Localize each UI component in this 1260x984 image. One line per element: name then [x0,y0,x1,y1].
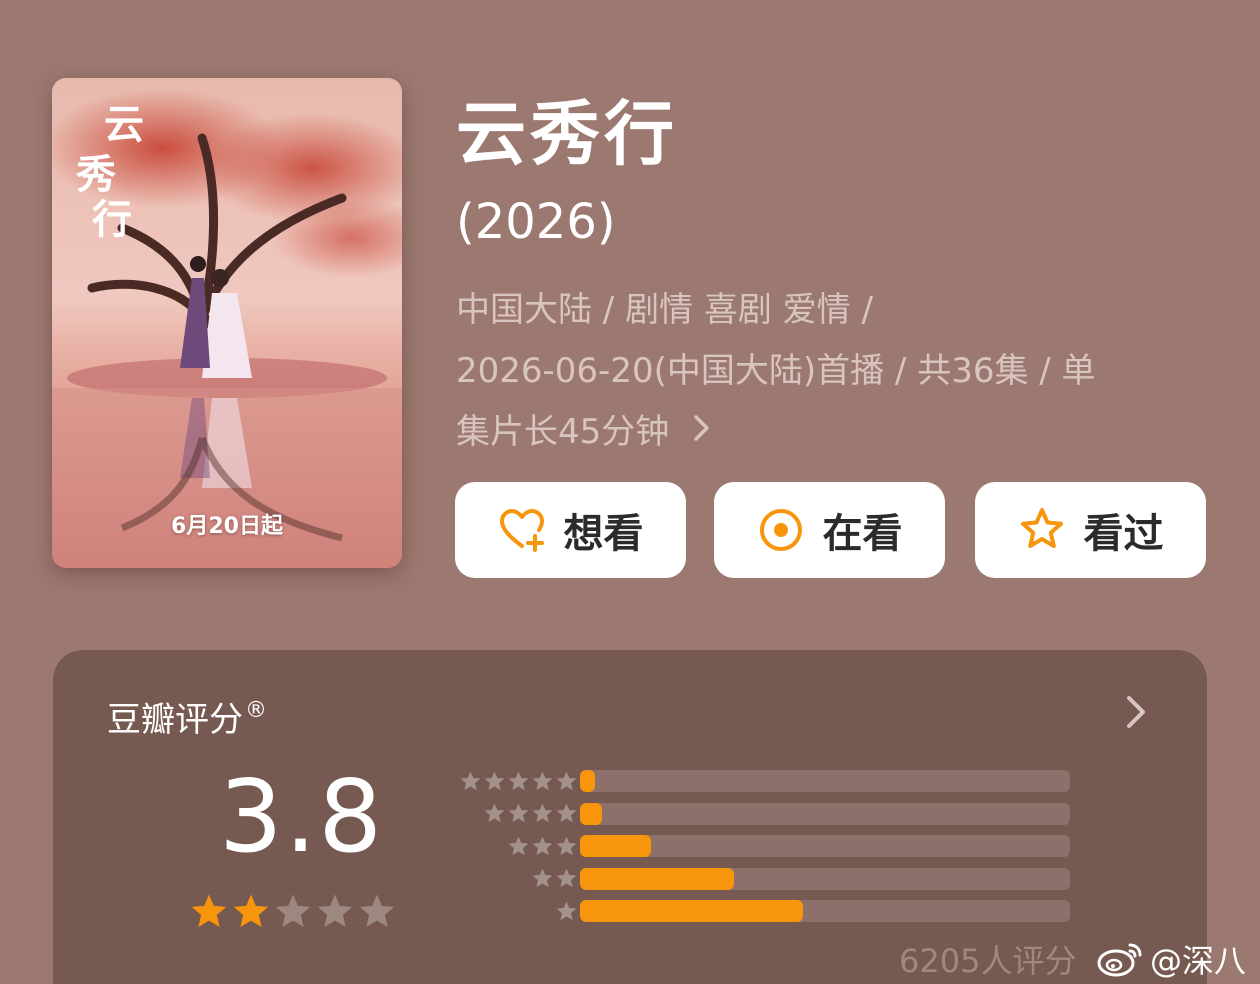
chevron-right-icon [692,402,712,463]
rating-bar-fill [580,802,602,825]
star-outline-icon [1020,508,1063,548]
watermark-text: @深八 [1149,942,1246,980]
watching-button[interactable]: 在看 [714,482,945,578]
star-icon [508,835,529,855]
release-year: (2026) [456,194,616,250]
rating-row-1-star [438,900,1088,922]
poster-calligraphy-3: 行 [92,196,132,243]
rating-row-3-star [438,835,1088,857]
rating-label-text: 豆瓣评分 [107,700,243,740]
poster-date: 6月20日起 [171,514,283,539]
target-icon [759,509,802,551]
rating-bar-fill [580,900,803,922]
star-filled-icon [233,894,269,927]
rating-row-stars [438,900,578,923]
rating-row-5-star [438,770,1088,792]
rating-bar-track [580,802,1070,825]
star-icon [556,868,577,888]
rating-bar-track [580,770,1070,792]
star-filled-icon [191,894,227,927]
watched-label: 看过 [1083,511,1164,557]
page-title: 云秀行 [456,93,678,175]
watermark: @深八 [1096,936,1246,982]
rating-row-stars [438,867,578,890]
poster-image[interactable]: 云 秀 行 6月20日起 [52,78,402,568]
star-icon [484,770,505,790]
star-icon [556,835,577,855]
meta-line-3-wrap: 集片长45分钟 [456,402,1196,463]
watching-label: 在看 [822,511,903,557]
watched-button[interactable]: 看过 [975,482,1206,578]
want-label: 想看 [563,511,644,557]
meta-line-1: 中国大陆 / 剧情 喜剧 爱情 / [456,290,873,330]
star-icon [460,770,481,790]
rating-label: 豆瓣评分® [107,692,267,741]
rating-row-stars [438,770,578,793]
want-to-watch-button[interactable]: 想看 [455,482,686,578]
rating-row-stars [438,802,578,825]
star-icon [532,803,553,823]
rating-bar-track [580,900,1070,922]
rating-score: 3.8 [219,758,385,875]
poster-artwork: 云 秀 行 [52,78,402,568]
rating-bar-track [580,867,1070,890]
meta-line-3: 集片长45分钟 [456,412,670,452]
star-empty-icon [275,894,311,927]
poster-calligraphy-2: 秀 [75,151,116,198]
rating-bar-fill [580,770,595,792]
rating-row-stars [438,835,578,858]
star-icon [508,803,529,823]
star-icon [556,900,577,920]
movie-detail-page: 云 秀 行 6月20日起 云秀行 (2026) 中国大陆 / 剧情 喜剧 爱情 … [0,0,1260,984]
star-icon [532,835,553,855]
chevron-right-icon[interactable] [1123,692,1149,732]
vote-count[interactable]: 6205人评分 [899,936,1076,982]
star-icon [532,868,553,888]
rating-bar-fill [580,867,734,890]
score-stars [189,892,399,932]
star-empty-icon [359,894,395,927]
heart-plus-icon [499,509,544,552]
rating-row-4-star [438,802,1088,825]
meta-line-2: 2026-06-20(中国大陆)首播 / 共36集 / 单 [456,351,1096,391]
weibo-icon [1097,943,1142,977]
star-icon [556,770,577,790]
star-icon [556,803,577,823]
rating-bar-track [580,835,1070,857]
star-icon [484,803,505,823]
registered-mark: ® [245,698,267,723]
star-icon [508,770,529,790]
rating-card[interactable]: 豆瓣评分® 3.8 6205人评分 [53,650,1207,984]
rating-row-2-star [438,867,1088,890]
poster-calligraphy-1: 云 [104,101,144,148]
show-meta[interactable]: 中国大陆 / 剧情 喜剧 爱情 / 2026-06-20(中国大陆)首播 / 共… [456,280,1196,463]
rating-bar-fill [580,835,651,857]
star-empty-icon [317,894,353,927]
star-icon [532,770,553,790]
